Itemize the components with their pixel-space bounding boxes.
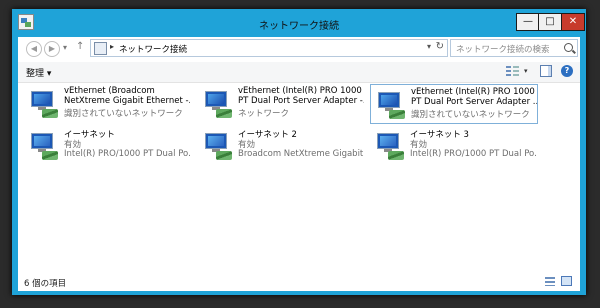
connection-item[interactable]: vEthernet (Intel(R) PRO 1000 PT Dual Por… [370,84,538,124]
connection-item[interactable]: vEthernet (Intel(R) PRO 1000 PT Dual Por… [198,84,366,124]
explorer-window: ネットワーク接続 — □ ✕ ◀ ▶ ▾ ↑ ▸ ネットワーク接続 ▾ ↻ ネッ… [12,9,586,295]
breadcrumb-network-connections[interactable]: ネットワーク接続 [119,43,187,55]
maximize-button[interactable]: □ [538,13,562,31]
large-icons-view-icon[interactable] [561,276,572,286]
connection-status: 識別されていないネットワーク [64,109,183,119]
refresh-button[interactable]: ↻ [436,41,444,52]
connection-device: NetXtreme Gigabit Ethernet -... [64,96,190,106]
title-bar[interactable]: ネットワーク接続 — □ ✕ [12,9,586,37]
navigation-bar: ◀ ▶ ▾ ↑ ▸ ネットワーク接続 ▾ ↻ ネットワーク接続の検索 [18,37,580,59]
connection-device: Broadcom NetXtreme Gigabit... [238,149,364,159]
network-adapter-disabled-icon [374,130,406,160]
network-adapter-icon [202,88,234,118]
connection-item[interactable]: イーサネット 有効 Intel(R) PRO/1000 PT Dual Po..… [24,126,192,166]
organize-button[interactable]: 整理 ▾ [26,66,51,79]
connection-name: vEthernet (Broadcom [64,86,155,96]
connection-device: PT Dual Port Server Adapter ... [411,97,537,107]
search-icon[interactable] [564,43,573,52]
search-placeholder: ネットワーク接続の検索 [456,45,550,55]
preview-pane-icon[interactable] [540,65,552,77]
details-view-icon[interactable] [545,277,555,286]
connection-item[interactable]: イーサネット 3 有効 Intel(R) PRO/1000 PT Dual Po… [370,126,538,166]
connections-list: vEthernet (Broadcom NetXtreme Gigabit Et… [18,84,580,264]
network-adapter-disabled-icon [202,130,234,160]
minimize-button[interactable]: — [516,13,540,31]
connection-name: vEthernet (Intel(R) PRO 1000 [238,86,362,96]
network-adapter-icon [28,88,60,118]
up-button[interactable]: ↑ [76,41,84,52]
network-connections-icon [94,42,107,55]
search-box[interactable]: ネットワーク接続の検索 [450,39,578,57]
command-bar: 整理 ▾ ▾ ? [18,62,580,83]
connection-device: Intel(R) PRO/1000 PT Dual Po... [410,149,536,159]
view-options-dropdown[interactable]: ▾ [524,67,528,79]
address-dropdown-button[interactable]: ▾ [427,42,431,51]
breadcrumb-separator[interactable]: ▸ [110,42,114,51]
connection-status: ネットワーク [238,109,290,119]
window-title: ネットワーク接続 [259,21,339,32]
forward-button[interactable]: ▶ [44,41,60,57]
network-adapter-icon [375,89,407,119]
recent-locations-button[interactable]: ▾ [63,43,67,52]
window-content: ◀ ▶ ▾ ↑ ▸ ネットワーク接続 ▾ ↻ ネットワーク接続の検索 整理 ▾ … [18,37,580,291]
connection-name: vEthernet (Intel(R) PRO 1000 [411,87,535,97]
item-count: 6 個の項目 [24,279,67,289]
address-bar[interactable]: ▸ ネットワーク接続 ▾ ↻ [90,39,448,57]
status-bar: 6 個の項目 [18,273,580,291]
close-button[interactable]: ✕ [561,13,585,31]
change-view-icon[interactable] [506,65,519,77]
connection-item[interactable]: vEthernet (Broadcom NetXtreme Gigabit Et… [24,84,192,124]
back-button[interactable]: ◀ [26,41,42,57]
connection-status: 識別されていないネットワーク [411,110,530,120]
connection-device: PT Dual Port Server Adapter -... [238,96,364,106]
connection-item[interactable]: イーサネット 2 有効 Broadcom NetXtreme Gigabit..… [198,126,366,166]
help-icon[interactable]: ? [561,65,573,77]
connection-device: Intel(R) PRO/1000 PT Dual Po... [64,149,190,159]
network-adapter-disabled-icon [28,130,60,160]
